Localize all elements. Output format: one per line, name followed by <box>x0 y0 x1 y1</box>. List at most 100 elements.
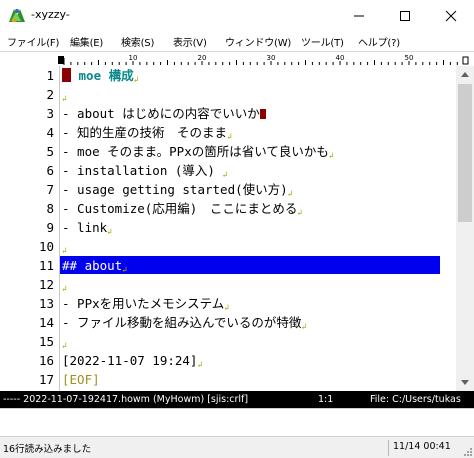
xyzzy-app-icon[interactable] <box>8 7 26 24</box>
maximize-button[interactable] <box>382 0 428 31</box>
scroll-down-icon[interactable] <box>456 374 474 391</box>
newline-mark-icon: ↲ <box>287 189 293 198</box>
eof-marker: [EOF] <box>62 372 100 387</box>
menu-window[interactable]: ウィンドウ(W) <box>225 34 291 49</box>
menu-view[interactable]: 表示(V) <box>173 34 207 49</box>
newline-mark-icon: ↲ <box>224 303 230 312</box>
line-number: 12 <box>38 277 54 292</box>
line-number: 9 <box>46 220 54 235</box>
line-text: [2022-11-07 19:24] <box>62 353 198 368</box>
newline-mark-icon <box>259 109 266 119</box>
close-button[interactable] <box>428 0 474 31</box>
newline-mark-icon: ↲ <box>62 246 67 255</box>
line-number: 14 <box>38 315 54 330</box>
text-cursor <box>62 68 71 82</box>
editor-line[interactable]: 3 - about はじめにの内容でいいか <box>0 105 456 123</box>
menu-help[interactable]: ヘルプ(?) <box>358 34 400 49</box>
line-text: - about はじめにの内容でいいか <box>62 106 260 121</box>
line-number: 5 <box>46 144 54 159</box>
line-number: 1 <box>46 68 54 83</box>
newline-mark-icon: ↲ <box>328 151 334 160</box>
column-ruler: 10 20 30 40 50 <box>0 51 474 66</box>
line-text: - ファイル移動を組み込んでいるのが特徴 <box>62 315 302 330</box>
newline-mark-icon: ↲ <box>197 360 203 369</box>
line-text: - Customize(応用編) ここにまとめる <box>62 201 298 216</box>
ruler-label: 20 <box>198 54 207 62</box>
title-bar: -xyzzy- <box>0 0 474 31</box>
status-divider <box>388 440 389 456</box>
newline-mark-icon: ↲ <box>222 170 228 179</box>
line-text: moe 構成 <box>78 68 134 83</box>
line-number: 8 <box>46 201 54 216</box>
newline-mark-icon: ↲ <box>62 94 67 103</box>
line-number: 3 <box>46 106 54 121</box>
mode-line-buffer-info: ----- 2022-11-07-192417.howm (MyHowm) [s… <box>3 394 249 405</box>
newline-mark-icon: ↲ <box>301 322 307 331</box>
minimize-button[interactable] <box>336 0 382 31</box>
status-message: 16行読み込みました <box>3 444 92 455</box>
line-number: 15 <box>38 334 54 349</box>
newline-mark-icon: ↲ <box>62 284 67 293</box>
editor-line[interactable]: 8 - Customize(応用編) ここにまとめる↲ <box>0 200 456 218</box>
line-number: 16 <box>38 353 54 368</box>
editor-line[interactable]: 2 ↲ <box>0 86 456 104</box>
line-number: 17 <box>38 372 54 387</box>
editor-line[interactable]: 15 ↲ <box>0 333 456 351</box>
menu-search[interactable]: 検索(S) <box>121 34 154 49</box>
editor-line[interactable]: 6 - installation (導入) ↲ <box>0 162 456 180</box>
menu-file[interactable]: ファイル(F) <box>7 34 59 49</box>
mode-line-file: File: C:/Users/tukas <box>370 394 461 405</box>
resize-grip-icon[interactable] <box>463 447 473 457</box>
ruler-label: 30 <box>267 54 276 62</box>
editor-line[interactable]: 10 ↲ <box>0 238 456 256</box>
line-text: - 知的生産の技術 そのまま <box>62 125 228 140</box>
status-bar: 16行読み込みました 11/14 00:41 <box>0 436 474 458</box>
line-number: 10 <box>38 239 54 254</box>
vertical-scrollbar[interactable] <box>456 66 474 391</box>
scroll-up-icon[interactable] <box>456 66 474 83</box>
newline-mark-icon: ↲ <box>133 75 139 84</box>
editor-line[interactable]: 9 - link↲ <box>0 219 456 237</box>
editor-line[interactable]: 12 ↲ <box>0 276 456 294</box>
menu-tools[interactable]: ツール(T) <box>301 34 344 49</box>
line-text: - installation (導入) <box>62 163 223 178</box>
scrollbar-thumb[interactable] <box>458 84 472 222</box>
editor-line[interactable]: 16 [2022-11-07 19:24]↲ <box>0 352 456 370</box>
line-number: 4 <box>46 125 54 140</box>
editor-line[interactable]: 4 - 知的生産の技術 そのまま↲ <box>0 124 456 142</box>
editor-line[interactable]: 13 - PPxを用いたメモシステム↲ <box>0 295 456 313</box>
line-text: ## about <box>62 258 123 273</box>
line-number: 2 <box>46 87 54 102</box>
menu-edit[interactable]: 編集(E) <box>70 34 103 49</box>
ruler-label: 40 <box>336 54 345 62</box>
line-number: 11 <box>38 258 54 273</box>
line-text: - moe そのまま。PPxの箇所は省いて良いかも <box>62 144 329 159</box>
line-text: - usage getting started(使い方) <box>62 182 288 197</box>
newline-mark-icon: ↲ <box>122 265 128 274</box>
editor-line[interactable]: 1 moe 構成↲ <box>0 67 456 85</box>
window-title: -xyzzy- <box>31 8 70 21</box>
newline-mark-icon: ↲ <box>227 132 232 141</box>
status-datetime: 11/14 00:41 <box>393 441 451 452</box>
menu-bar: ファイル(F) 編集(E) 検索(S) 表示(V) ウィンドウ(W) ツール(T… <box>0 31 474 51</box>
newline-mark-icon: ↲ <box>297 208 303 217</box>
line-number: 7 <box>46 182 54 197</box>
ruler-label: 50 <box>405 54 414 62</box>
editor-buffer[interactable]: 1 moe 構成↲ 2 ↲ 3 - about はじめにの内容でいいか 4 - … <box>0 66 456 391</box>
line-number: 13 <box>38 296 54 311</box>
ruler-ticks: 10 20 30 40 50 <box>58 53 469 65</box>
editor-line[interactable]: 7 - usage getting started(使い方)↲ <box>0 181 456 199</box>
editor-line[interactable]: 5 - moe そのまま。PPxの箇所は省いて良いかも↲ <box>0 143 456 161</box>
newline-mark-icon: ↲ <box>62 341 67 350</box>
mode-line-position: 1:1 <box>318 394 334 405</box>
editor-line-selected[interactable]: 11 ## about↲ <box>0 257 456 275</box>
newline-mark-icon: ↲ <box>107 227 112 236</box>
mode-line: ----- 2022-11-07-192417.howm (MyHowm) [s… <box>0 391 474 408</box>
editor-line[interactable]: 14 - ファイル移動を組み込んでいるのが特徴↲ <box>0 314 456 332</box>
line-text: - link <box>62 220 108 235</box>
ruler-label: 10 <box>129 54 138 62</box>
minibuffer[interactable] <box>0 408 474 436</box>
line-text: - PPxを用いたメモシステム <box>62 296 225 311</box>
line-number: 6 <box>46 163 54 178</box>
editor-line[interactable]: 17 [EOF] <box>0 371 456 389</box>
